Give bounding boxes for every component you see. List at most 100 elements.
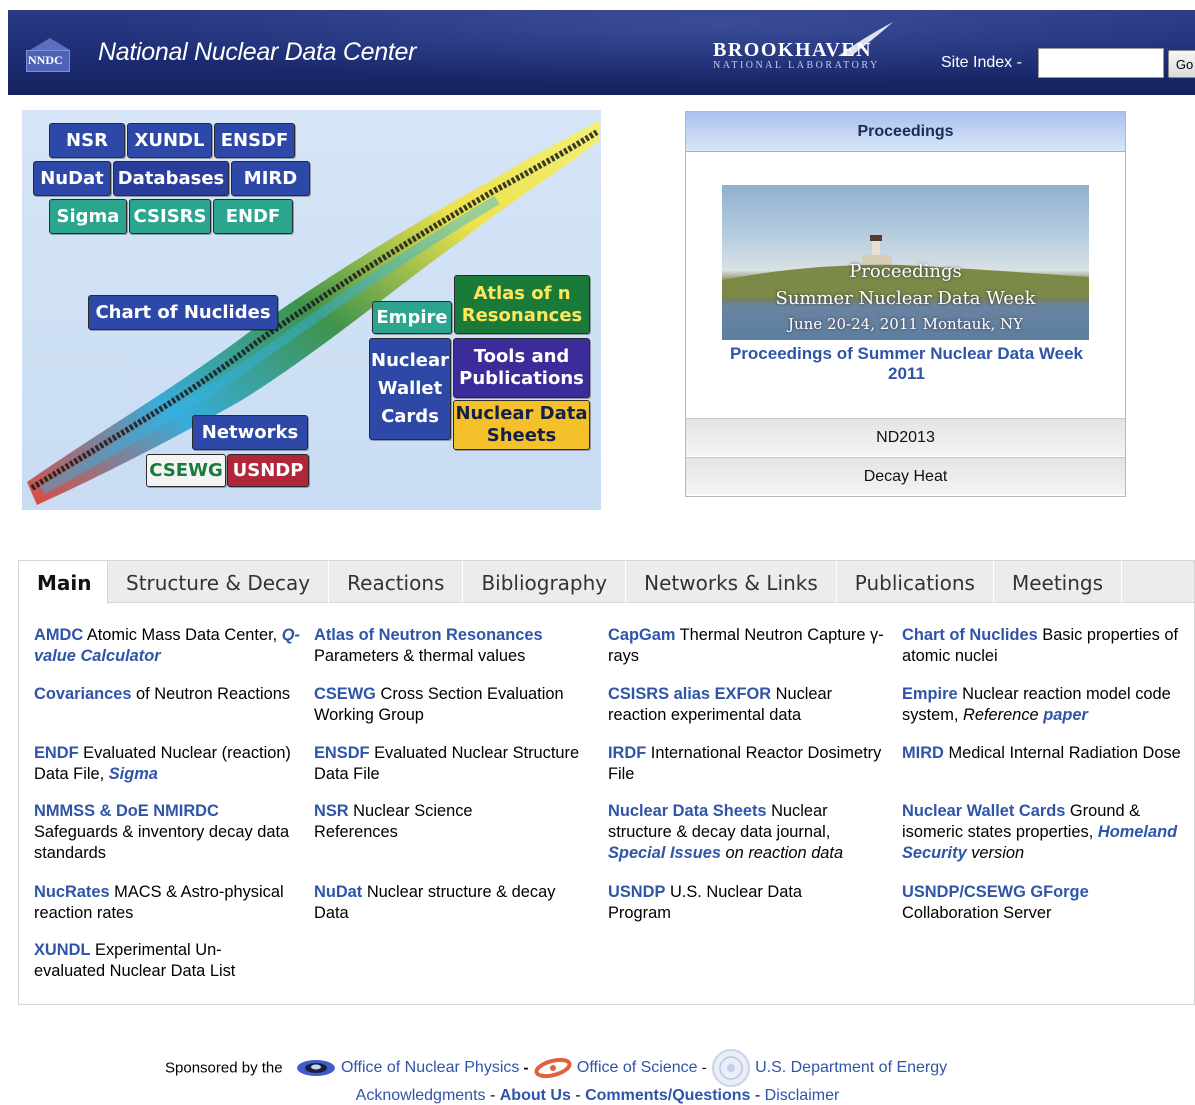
xundl-link[interactable]: XUNDL: [34, 941, 90, 959]
capgam-link[interactable]: CapGam: [608, 626, 675, 644]
nuclear-wallet-cards-button[interactable]: Nuclear Wallet Cards: [369, 338, 451, 440]
proceedings-image-title: Proceedings: [849, 261, 962, 282]
nucrates-link[interactable]: NucRates: [34, 883, 110, 901]
nd2013-link[interactable]: ND2013: [686, 418, 1125, 456]
covariances-link[interactable]: Covariances: [34, 685, 132, 703]
atlas-resonances-button[interactable]: Atlas of n Resonances: [454, 275, 590, 334]
footer-links: Acknowledgments - About Us - Comments/Qu…: [355, 1087, 840, 1104]
list-item-csewg: CSEWG Cross Section Evaluation Working G…: [314, 685, 564, 724]
nudat-link[interactable]: NuDat: [314, 883, 362, 901]
gforge-link[interactable]: USNDP/CSEWG GForge: [902, 883, 1089, 901]
empire-button[interactable]: Empire: [372, 301, 452, 334]
about-us-link[interactable]: About Us: [500, 1087, 571, 1104]
list-item-chart: Chart of Nuclides Basic properties of at…: [902, 626, 1178, 665]
list-item-covariances: Covariances of Neutron Reactions: [34, 685, 291, 703]
list-item-nmmss: NMMSS & DoE NMIRDC Safeguards & inventory…: [34, 802, 290, 862]
ensdf-link[interactable]: ENSDF: [314, 744, 370, 762]
empire-paper-link[interactable]: paper: [1043, 706, 1088, 724]
list-item-atlas: Atlas of Neutron Resonances Parameters &…: [314, 626, 543, 665]
endf-link[interactable]: ENDF: [34, 744, 79, 762]
list-item-nsr: NSR Nuclear Science References: [314, 802, 473, 841]
list-item-capgam: CapGam Thermal Neutron Capture γ-rays: [608, 626, 884, 665]
site-index-input[interactable]: [1038, 48, 1164, 78]
disclaimer-link[interactable]: Disclaimer: [765, 1087, 840, 1104]
networks-button[interactable]: Networks: [192, 415, 308, 450]
doe-seal-icon: [711, 1049, 750, 1087]
list-item-xundl: XUNDL Experimental Un-evaluated Nuclear …: [34, 941, 236, 980]
sponsor-line: Sponsored by the Office of Nuclear Physi…: [165, 1048, 1065, 1087]
usndp-link[interactable]: USNDP: [608, 883, 665, 901]
chart-of-nuclides-link[interactable]: Chart of Nuclides: [902, 626, 1038, 644]
chart-of-nuclides-button[interactable]: Chart of Nuclides: [88, 295, 278, 330]
bnl-subtitle: NATIONAL LABORATORY: [713, 60, 880, 71]
tab-networks-links[interactable]: Networks & Links: [626, 561, 837, 603]
site-index-label: Site Index -: [941, 54, 1022, 71]
office-nuclear-physics-link[interactable]: Office of Nuclear Physics: [341, 1059, 519, 1076]
list-item-mird: MIRD Medical Internal Radiation Dose: [902, 744, 1181, 762]
nuclear-wallet-cards-link[interactable]: Nuclear Wallet Cards: [902, 802, 1065, 820]
nsr-link[interactable]: NSR: [314, 802, 349, 820]
list-item-nudat: NuDat Nuclear structure & decay Data: [314, 883, 556, 922]
tabs-panel: Main Structure & Decay Reactions Bibliog…: [18, 560, 1195, 1005]
csewg-link[interactable]: CSEWG: [314, 685, 376, 703]
nuclear-data-sheets-button[interactable]: Nuclear Data Sheets: [453, 400, 590, 450]
empire-link[interactable]: Empire: [902, 685, 958, 703]
list-item-usndp: USNDP U.S. Nuclear Data Program: [608, 883, 803, 922]
csisrs-button[interactable]: CSISRS: [129, 199, 211, 234]
csisrs-link[interactable]: CSISRS alias EXFOR: [608, 685, 771, 703]
sigma-link[interactable]: Sigma: [109, 765, 158, 783]
proceedings-image-date: June 20-24, 2011 Montauk, NY: [787, 315, 1024, 333]
proceedings-image[interactable]: Proceedings Summer Nuclear Data Week Jun…: [722, 185, 1089, 340]
irdf-link[interactable]: IRDF: [608, 744, 646, 762]
nuclear-physics-icon: [296, 1060, 335, 1076]
tab-bar: Main Structure & Decay Reactions Bibliog…: [19, 561, 1194, 604]
amdc-link[interactable]: AMDC: [34, 626, 83, 644]
brookhaven-logo[interactable]: BROOKHAVEN NATIONAL LABORATORY: [713, 22, 923, 80]
comments-questions-link[interactable]: Comments/Questions: [585, 1087, 750, 1104]
nmmss-link[interactable]: NMMSS & DoE NMIRDC: [34, 802, 219, 820]
decay-heat-link[interactable]: Decay Heat: [686, 457, 1125, 495]
list-item-nucrates: NucRates MACS & Astro-physical reaction …: [34, 883, 284, 922]
sigma-button[interactable]: Sigma: [49, 199, 127, 234]
mird-link[interactable]: MIRD: [902, 744, 944, 762]
tab-publications[interactable]: Publications: [837, 561, 994, 603]
house-icon: [30, 38, 70, 50]
mird-button[interactable]: MIRD: [231, 161, 310, 196]
nndc-logo[interactable]: NNDC: [24, 38, 72, 72]
logo-text: NNDC: [28, 53, 63, 67]
proceedings-heading: Proceedings: [686, 112, 1125, 152]
tab-bibliography[interactable]: Bibliography: [463, 561, 627, 603]
proceedings-panel: Proceedings Proceedings Summer Nuclear D…: [685, 111, 1126, 497]
proceedings-link[interactable]: Proceedings of Summer Nuclear Data Week …: [716, 344, 1097, 384]
office-of-science-icon: [534, 1057, 572, 1079]
office-of-science-link[interactable]: Office of Science: [577, 1059, 698, 1076]
tab-reactions[interactable]: Reactions: [329, 561, 464, 603]
ensdf-button[interactable]: ENSDF: [214, 123, 295, 158]
nuclear-data-sheets-link[interactable]: Nuclear Data Sheets: [608, 802, 767, 820]
tab-meetings[interactable]: Meetings: [994, 561, 1123, 603]
tools-publications-button[interactable]: Tools and Publications: [453, 338, 590, 398]
hero-databases-image: NSR XUNDL ENSDF NuDat Databases MIRD Sig…: [22, 110, 601, 510]
acknowledgments-link[interactable]: Acknowledgments: [356, 1087, 486, 1104]
tab-main[interactable]: Main: [19, 561, 108, 604]
proceedings-image-event: Summer Nuclear Data Week: [775, 288, 1036, 309]
list-item-nds: Nuclear Data Sheets Nuclear structure & …: [608, 802, 844, 862]
nsr-button[interactable]: NSR: [49, 123, 125, 158]
xundl-button[interactable]: XUNDL: [127, 123, 212, 158]
usndp-button[interactable]: USNDP: [227, 454, 309, 487]
list-item-csisrs: CSISRS alias EXFOR Nuclear reaction expe…: [608, 685, 833, 724]
site-title[interactable]: National Nuclear Data Center: [98, 38, 416, 67]
databases-button[interactable]: Databases: [113, 161, 229, 196]
endf-button[interactable]: ENDF: [213, 199, 293, 234]
doe-link[interactable]: U.S. Department of Energy: [755, 1059, 947, 1076]
list-item-irdf: IRDF International Reactor Dosimetry Fil…: [608, 744, 882, 783]
atlas-link[interactable]: Atlas of Neutron Resonances: [314, 626, 543, 644]
list-item-amdc: AMDC Atomic Mass Data Center, Q-value Ca…: [34, 626, 300, 665]
tab-structure-decay[interactable]: Structure & Decay: [108, 561, 330, 603]
special-issues-link[interactable]: Special Issues: [608, 844, 721, 862]
nudat-button[interactable]: NuDat: [33, 161, 111, 196]
csewg-button[interactable]: CSEWG: [146, 454, 226, 487]
list-item-empire: Empire Nuclear reaction model code syste…: [902, 685, 1171, 724]
list-item-gforge: USNDP/CSEWG GForge Collaboration Server: [902, 883, 1089, 922]
go-button[interactable]: Go: [1168, 50, 1195, 78]
